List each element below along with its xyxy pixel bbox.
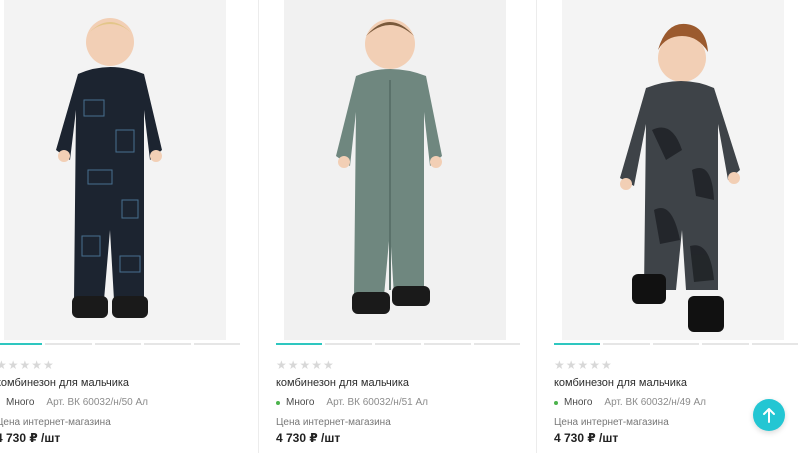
carousel-dot[interactable] — [94, 343, 142, 345]
image-carousel-indicator[interactable] — [276, 343, 521, 346]
rating-stars: ★★★★★ — [554, 358, 613, 372]
carousel-dot[interactable] — [554, 343, 601, 345]
sku-label: Арт. ВК 60032/н/51 Ал — [326, 397, 429, 408]
carousel-dot[interactable] — [424, 343, 471, 345]
child-in-snowsuit-illustration — [284, 0, 506, 340]
carousel-dot[interactable] — [374, 343, 422, 345]
price-value: 4 730 ₽ /шт — [0, 431, 61, 445]
card-divider — [258, 0, 259, 453]
product-card[interactable]: ★★★★★ комбинезон для мальчика Много Арт.… — [548, 0, 799, 453]
product-card[interactable]: ★★★★★ комбинезон для мальчика Много Арт.… — [0, 0, 241, 453]
product-card[interactable]: ★★★★★ комбинезон для мальчика Много Арт.… — [270, 0, 521, 453]
image-carousel-indicator[interactable] — [554, 343, 799, 346]
price-label: Цена интернет-магазина — [0, 417, 111, 428]
stock-row: Много Арт. ВК 60032/н/50 Ал — [0, 397, 148, 408]
sku-label: Арт. ВК 60032/н/49 Ал — [604, 397, 707, 408]
rating-stars: ★★★★★ — [276, 358, 335, 372]
product-title[interactable]: комбинезон для мальчика — [0, 377, 129, 389]
stock-row: Много Арт. ВК 60032/н/51 Ал — [276, 397, 428, 408]
product-grid: ★★★★★ комбинезон для мальчика Много Арт.… — [0, 0, 800, 453]
child-in-snowsuit-illustration — [562, 0, 784, 340]
carousel-dot[interactable] — [144, 343, 191, 345]
carousel-dot[interactable] — [325, 343, 372, 345]
carousel-dot[interactable] — [751, 343, 799, 345]
carousel-dot[interactable] — [473, 343, 521, 345]
availability-label: Много — [6, 397, 35, 408]
availability-label: Много — [286, 397, 315, 408]
card-divider — [536, 0, 537, 453]
sku-label: Арт. ВК 60032/н/50 Ал — [46, 397, 149, 408]
carousel-dot[interactable] — [0, 343, 43, 345]
price-value: 4 730 ₽ /шт — [554, 431, 619, 445]
carousel-dot[interactable] — [276, 343, 323, 345]
price-value: 4 730 ₽ /шт — [276, 431, 341, 445]
stock-row: Много Арт. ВК 60032/н/49 Ал — [554, 397, 706, 408]
arrow-up-icon — [763, 408, 775, 423]
product-title[interactable]: комбинезон для мальчика — [554, 377, 687, 389]
in-stock-dot-icon — [554, 400, 558, 405]
product-image[interactable] — [562, 0, 784, 340]
product-title[interactable]: комбинезон для мальчика — [276, 377, 409, 389]
child-in-snowsuit-illustration — [4, 0, 226, 340]
carousel-dot[interactable] — [45, 343, 92, 345]
carousel-dot[interactable] — [193, 343, 241, 345]
availability-label: Много — [564, 397, 593, 408]
product-image[interactable] — [4, 0, 226, 340]
carousel-dot[interactable] — [652, 343, 700, 345]
image-carousel-indicator[interactable] — [0, 343, 241, 346]
price-label: Цена интернет-магазина — [554, 417, 669, 428]
rating-stars: ★★★★★ — [0, 358, 55, 372]
price-label: Цена интернет-магазина — [276, 417, 391, 428]
scroll-to-top-button[interactable] — [753, 399, 785, 431]
product-image[interactable] — [284, 0, 506, 340]
in-stock-dot-icon — [276, 400, 280, 405]
carousel-dot[interactable] — [603, 343, 650, 345]
carousel-dot[interactable] — [702, 343, 749, 345]
